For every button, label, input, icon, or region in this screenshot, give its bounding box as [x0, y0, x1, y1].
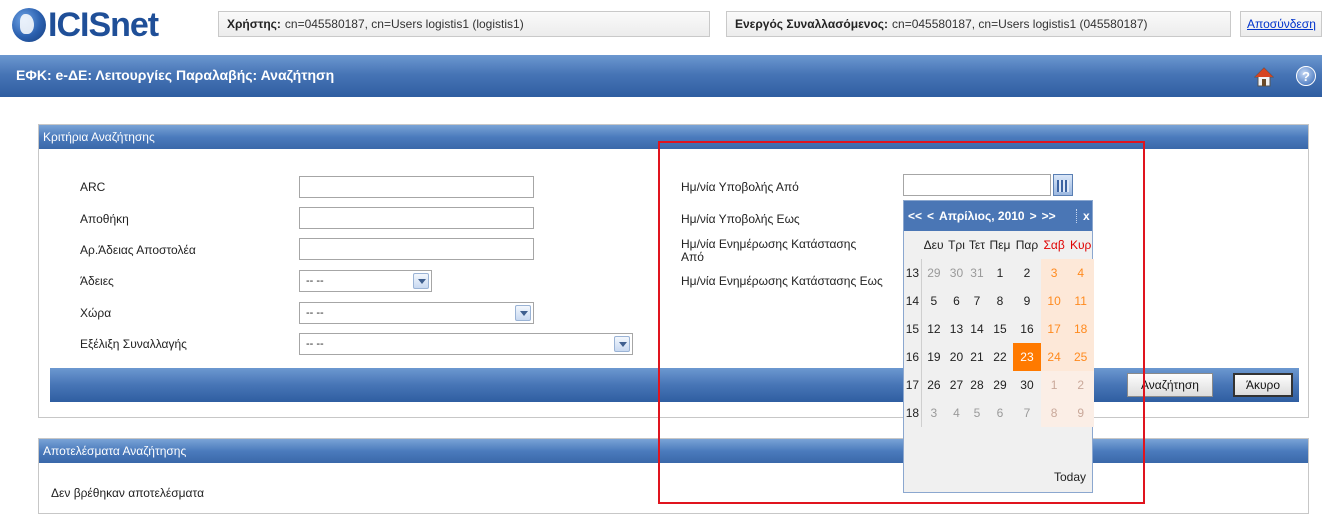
transaction-status-select[interactable]: -- -- — [299, 333, 633, 355]
user-info: Χρήστης: cn=045580187, cn=Users logistis… — [218, 11, 710, 37]
licenses-label: Άδειες — [80, 274, 114, 288]
page-title: ΕΦΚ: e-ΔΕ: Λειτουργίες Παραλαβής: Αναζήτ… — [16, 67, 335, 83]
chevron-down-icon[interactable] — [614, 336, 630, 352]
consignor-license-input[interactable] — [299, 238, 534, 260]
results-title: Αποτελέσματα Αναζήτησης — [43, 444, 187, 458]
user-value: cn=045580187, cn=Users logistis1 (logist… — [284, 17, 524, 31]
consignor-license-label: Αρ.Άδειας Αποστολέα — [80, 243, 196, 257]
globe-icon — [12, 8, 46, 42]
user-label: Χρήστης: — [227, 17, 281, 31]
transaction-status-select-value: -- -- — [306, 338, 324, 350]
warehouse-label: Αποθήκη — [80, 212, 129, 226]
page-title-bar: ΕΦΚ: e-ΔΕ: Λειτουργίες Παραλαβής: Αναζήτ… — [0, 55, 1322, 97]
annotation-highlight-box — [658, 141, 1145, 504]
country-label: Χώρα — [80, 306, 112, 320]
chevron-down-icon[interactable] — [413, 273, 429, 289]
trader-label: Ενεργός Συναλλασόμενος: — [735, 17, 889, 31]
country-select-value: -- -- — [306, 307, 324, 319]
no-results-message: Δεν βρέθηκαν αποτελέσματα — [51, 486, 205, 500]
logo-text: ICISnet — [48, 6, 159, 44]
home-icon[interactable] — [1254, 67, 1274, 87]
cancel-button[interactable]: Άκυρο — [1233, 373, 1293, 397]
licenses-select-value: -- -- — [306, 275, 324, 287]
criteria-title: Κριτήρια Αναζήτησης — [43, 130, 155, 144]
licenses-select[interactable]: -- -- — [299, 270, 432, 292]
arc-input[interactable] — [299, 176, 534, 198]
icisnet-logo: ICISnet — [12, 4, 192, 46]
transaction-status-label: Εξέλιξη Συναλλαγής — [80, 337, 187, 351]
country-select[interactable]: -- -- — [299, 302, 534, 324]
arc-label: ARC — [80, 180, 106, 194]
chevron-down-icon[interactable] — [515, 305, 531, 321]
trader-info: Ενεργός Συναλλασόμενος: cn=045580187, cn… — [726, 11, 1231, 37]
trader-value: cn=045580187, cn=Users logistis1 (045580… — [892, 17, 1148, 31]
help-icon[interactable]: ? — [1296, 66, 1316, 86]
warehouse-input[interactable] — [299, 207, 534, 229]
logout-link[interactable]: Αποσύνδεση — [1240, 11, 1322, 37]
